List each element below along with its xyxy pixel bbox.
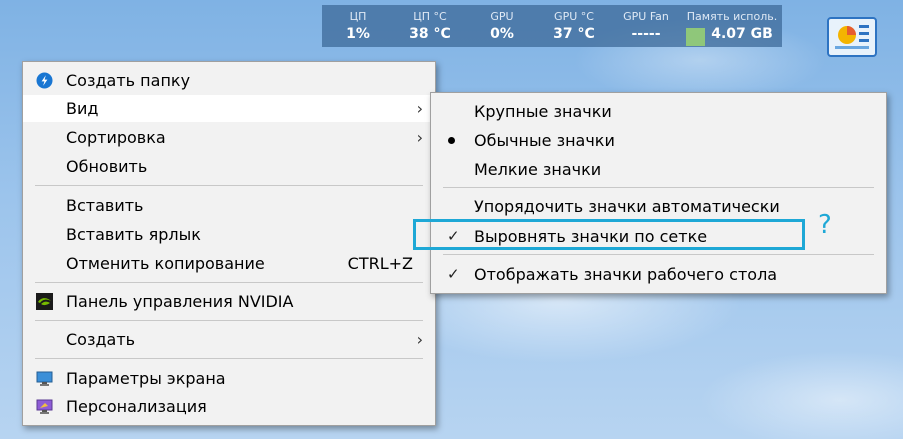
hw-value: 38 °C <box>409 26 451 42</box>
menu-item-label: Отменить копирование <box>66 254 265 273</box>
view-submenu: Крупные значки Обычные значки Мелкие зна… <box>430 92 887 294</box>
menu-item-create[interactable]: Создать › <box>23 326 435 353</box>
menu-item-label: Вставить ярлык <box>66 225 201 244</box>
menu-item-label: Создать <box>66 330 136 349</box>
menu-item-new-folder[interactable]: Создать папку <box>23 67 435 94</box>
display-icon <box>36 371 53 386</box>
menu-separator <box>443 254 874 255</box>
hw-value: ----- <box>631 26 661 42</box>
folder-icon <box>36 72 53 89</box>
menu-item-label: Обновить <box>66 157 148 176</box>
menu-item-label: Упорядочить значки автоматически <box>474 197 780 216</box>
menu-item-paste[interactable]: Вставить <box>23 192 435 219</box>
hw-value: 1% <box>346 26 370 42</box>
hw-label: ЦП <box>349 10 367 23</box>
hw-label: ЦП °C <box>413 10 447 23</box>
menu-item-label: Мелкие значки <box>474 160 602 179</box>
menu-separator <box>35 282 423 283</box>
checkmark-icon: ✓ <box>447 265 460 283</box>
control-panel-icon[interactable] <box>827 17 877 57</box>
chevron-right-icon: › <box>416 330 423 349</box>
chevron-right-icon: › <box>416 128 423 147</box>
menu-item-label: Сортировка <box>66 128 166 147</box>
menu-item-label: Панель управления NVIDIA <box>66 292 294 311</box>
hw-label: GPU <box>490 10 514 23</box>
nvidia-icon <box>36 293 53 310</box>
radio-dot-icon <box>448 137 455 144</box>
menu-item-personalization[interactable]: Персонализация <box>23 393 435 420</box>
question-mark-annotation: ? <box>818 210 832 240</box>
hardware-monitor-widget: ЦП 1% ЦП °C 38 °C GPU 0% GPU °C 37 °C GP… <box>322 5 782 47</box>
personalize-icon <box>36 399 53 414</box>
hw-value: 4.07 GB <box>711 26 773 42</box>
menu-item-sort[interactable]: Сортировка › <box>23 124 435 151</box>
submenu-item-large-icons[interactable]: Крупные значки <box>431 98 886 125</box>
desktop-context-menu: Создать папку Вид › Сортировка › Обновит… <box>22 61 436 426</box>
hw-label: Память исполь. <box>686 10 778 23</box>
menu-item-label: Создать папку <box>66 71 191 90</box>
menu-item-nvidia-panel[interactable]: Панель управления NVIDIA <box>23 288 435 315</box>
menu-item-label: Параметры экрана <box>66 369 226 388</box>
menu-item-label: Крупные значки <box>474 102 612 121</box>
menu-item-label: Отображать значки рабочего стола <box>474 265 778 284</box>
hw-label: GPU °C <box>554 10 594 23</box>
menu-item-refresh[interactable]: Обновить <box>23 153 435 180</box>
menu-item-label: Вид <box>66 99 99 118</box>
menu-separator <box>35 185 423 186</box>
highlight-annotation-box <box>413 219 805 250</box>
menu-item-undo-copy[interactable]: Отменить копирование CTRL+Z <box>23 250 435 277</box>
menu-separator <box>35 320 423 321</box>
submenu-item-small-icons[interactable]: Мелкие значки <box>431 156 886 183</box>
menu-item-display-settings[interactable]: Параметры экрана <box>23 365 435 392</box>
menu-item-paste-shortcut[interactable]: Вставить ярлык <box>23 221 435 248</box>
menu-separator <box>35 358 423 359</box>
menu-item-label: Вставить <box>66 196 144 215</box>
menu-item-view[interactable]: Вид › <box>23 95 435 122</box>
menu-item-label: Обычные значки <box>474 131 615 150</box>
chevron-right-icon: › <box>416 99 423 118</box>
shortcut-hint: CTRL+Z <box>347 254 413 273</box>
submenu-item-show-desktop-icons[interactable]: ✓ Отображать значки рабочего стола <box>431 261 886 288</box>
menu-item-label: Персонализация <box>66 397 207 416</box>
hw-value: 37 °C <box>553 26 595 42</box>
hw-label: GPU Fan <box>623 10 669 23</box>
menu-separator <box>443 187 874 188</box>
submenu-item-medium-icons[interactable]: Обычные значки <box>431 127 886 154</box>
hw-value: 0% <box>490 26 514 42</box>
